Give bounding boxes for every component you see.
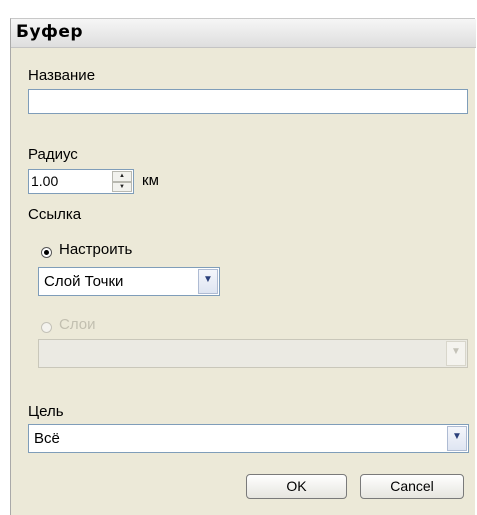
radio-layers — [41, 322, 52, 333]
target-select[interactable]: Всё ▼ — [28, 424, 469, 453]
dialog-title: Буфер — [16, 22, 84, 42]
spin-up-icon[interactable]: ▲ — [112, 171, 132, 182]
radio-custom[interactable] — [41, 247, 52, 258]
buffer-dialog: Буфер Название Радиус 1.00 ▲ ▼ км Ссылка… — [10, 18, 476, 515]
layer-select-value: Слой Точки — [44, 273, 124, 290]
ok-button[interactable]: OK — [246, 474, 347, 499]
radius-label: Радиус — [28, 146, 78, 163]
chevron-down-icon[interactable]: ▼ — [198, 269, 218, 294]
name-label: Название — [28, 67, 96, 84]
chevron-down-icon[interactable]: ▼ — [447, 426, 467, 451]
radius-value: 1.00 — [31, 173, 59, 189]
target-select-value: Всё — [34, 430, 60, 447]
target-label: Цель — [28, 403, 64, 420]
reference-label: Ссылка — [28, 206, 82, 223]
radius-spinner[interactable]: 1.00 ▲ ▼ — [28, 169, 134, 194]
radio-layers-label: Слои — [59, 316, 96, 333]
name-input[interactable] — [28, 89, 468, 114]
spin-down-icon[interactable]: ▼ — [112, 181, 132, 192]
chevron-down-icon: ▼ — [446, 341, 466, 366]
title-bar[interactable]: Буфер — [11, 19, 476, 48]
cancel-button[interactable]: Cancel — [360, 474, 464, 499]
layers-select: ▼ — [38, 339, 468, 368]
radius-unit: км — [142, 172, 159, 189]
radio-custom-label[interactable]: Настроить — [59, 241, 132, 258]
layer-select[interactable]: Слой Точки ▼ — [38, 267, 220, 296]
